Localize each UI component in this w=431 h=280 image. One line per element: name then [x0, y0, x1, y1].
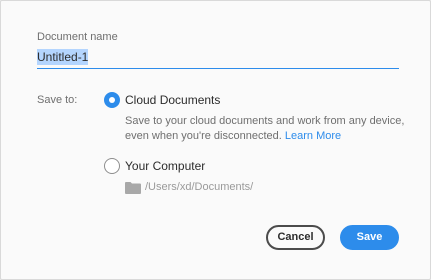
document-name-value[interactable]: Untitled-1	[37, 49, 89, 65]
cloud-documents-description: Save to your cloud documents and work fr…	[125, 114, 415, 144]
document-name-label: Document name	[37, 31, 118, 43]
computer-save-path: /Users/xd/Documents/	[145, 181, 254, 193]
save-button[interactable]: Save	[340, 225, 399, 250]
cloud-documents-radio[interactable]	[104, 92, 120, 108]
save-to-label: Save to:	[37, 94, 78, 106]
cloud-documents-label[interactable]: Cloud Documents	[125, 93, 220, 107]
your-computer-label[interactable]: Your Computer	[125, 159, 205, 173]
cloud-description-text: Save to your cloud documents and work fr…	[125, 115, 405, 142]
learn-more-link[interactable]: Learn More	[285, 130, 341, 142]
save-dialog: Document name Untitled-1 Save to: Cloud …	[0, 0, 431, 280]
folder-icon	[125, 182, 141, 194]
document-name-input[interactable]: Untitled-1	[37, 48, 399, 69]
cancel-button[interactable]: Cancel	[266, 225, 325, 250]
your-computer-radio[interactable]	[104, 158, 120, 174]
